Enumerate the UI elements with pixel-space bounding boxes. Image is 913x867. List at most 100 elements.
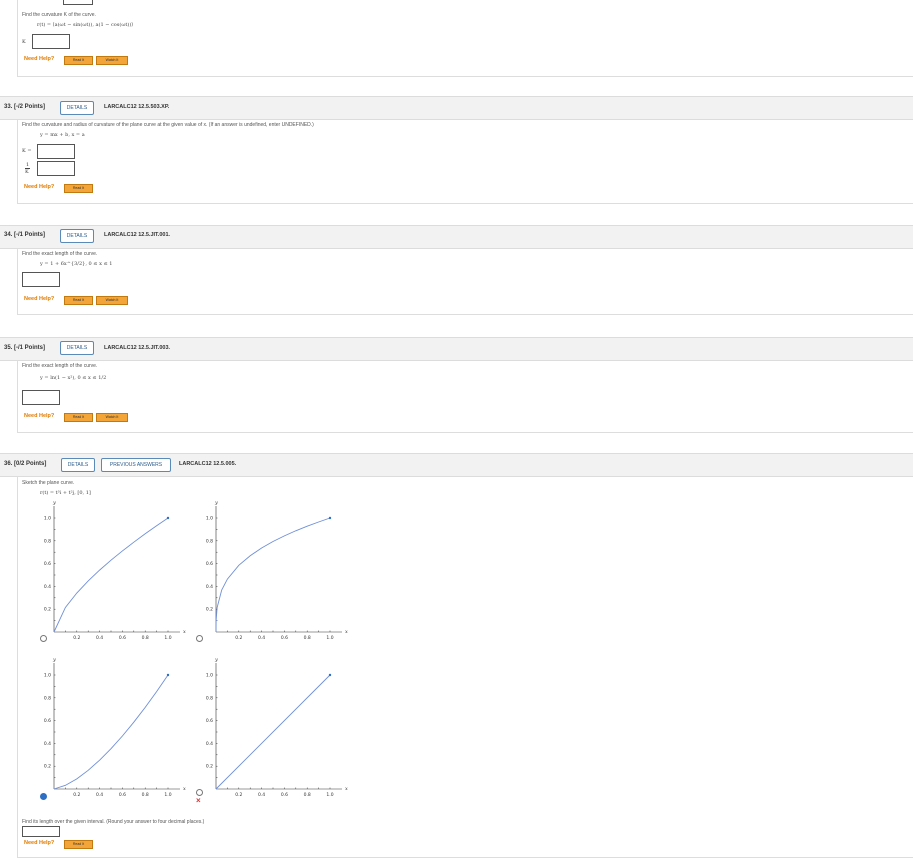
endpoint-marker bbox=[166, 516, 170, 520]
y-tick-label: 1.0 bbox=[206, 516, 213, 522]
y-tick-label: 0.8 bbox=[44, 695, 51, 701]
y-axis-label: y bbox=[52, 657, 56, 663]
x-tick-label: 0.4 bbox=[96, 635, 103, 641]
y-tick-label: 0.8 bbox=[206, 538, 213, 544]
option-d-radio[interactable] bbox=[196, 789, 203, 796]
y-axis-label: y bbox=[214, 500, 218, 506]
q31-read-it-button[interactable]: Read It bbox=[64, 56, 93, 65]
y-tick-label: 0.2 bbox=[206, 607, 213, 613]
q34-prompt: Find the exact length of the curve. bbox=[22, 251, 98, 257]
q34-details-button[interactable]: DETAILS bbox=[60, 229, 94, 243]
x-axis-label: x bbox=[345, 786, 348, 792]
graph-option-a: x y 0.2 0.4 0.6 0.8 1.0 0.2 0.4 0.6 0.8 1.0 bbox=[44, 500, 186, 641]
x-tick-label: 1.0 bbox=[326, 792, 333, 798]
y-tick-label: 0.8 bbox=[44, 538, 51, 544]
y-tick-label: 0.6 bbox=[44, 561, 51, 567]
q31-input-label: K bbox=[22, 39, 26, 45]
x-tick-label: 0.8 bbox=[142, 635, 149, 641]
endpoint-marker bbox=[328, 516, 332, 520]
q33-k-label: K = bbox=[22, 148, 32, 154]
q35-equation: y = ln(1 − x²), 0 ≤ x ≤ 1/2 bbox=[40, 375, 107, 381]
x-tick-label: 0.8 bbox=[304, 792, 311, 798]
y-tick-label: 0.4 bbox=[44, 741, 51, 747]
q34-need-help: Need Help? bbox=[24, 296, 55, 302]
x-tick-label: 0.2 bbox=[235, 635, 242, 641]
top-answer-box-edge bbox=[63, 0, 93, 5]
q34-code: LARCALC12 12.5.JIT.001. bbox=[104, 232, 171, 238]
q33-prompt: Find the curvature and radius of curvatu… bbox=[22, 122, 314, 128]
y-tick-label: 0.4 bbox=[44, 584, 51, 590]
q31-container bbox=[17, 0, 913, 77]
option-c-radio[interactable] bbox=[40, 793, 47, 800]
incorrect-mark: × bbox=[196, 796, 201, 805]
q33-code: LARCALC12 12.5.503.XP. bbox=[104, 104, 170, 110]
x-tick-label: 0.4 bbox=[96, 792, 103, 798]
q34-container bbox=[17, 248, 913, 315]
graph-option-c: x y 0.2 0.4 0.6 0.8 1.0 0.2 0.4 0.6 0.8 1.0 bbox=[44, 657, 186, 798]
q31-prompt: Find the curvature K of the curve. bbox=[22, 12, 96, 18]
q34-number: 34. [-/1 Points] bbox=[4, 232, 46, 238]
y-axis-label: y bbox=[52, 500, 56, 506]
q36-read-it-button[interactable]: Read It bbox=[64, 840, 93, 849]
y-tick-label: 1.0 bbox=[206, 673, 213, 679]
q35-prompt: Find the exact length of the curve. bbox=[22, 363, 98, 369]
x-axis-label: x bbox=[183, 629, 186, 635]
q33-container bbox=[17, 119, 913, 204]
x-tick-label: 0.8 bbox=[142, 792, 149, 798]
q33-read-it-button[interactable]: Read It bbox=[64, 184, 93, 193]
curve-line bbox=[53, 517, 169, 633]
q35-read-it-button[interactable]: Read It bbox=[64, 413, 93, 422]
y-axis-label: y bbox=[214, 657, 218, 663]
y-tick-label: 0.6 bbox=[206, 718, 213, 724]
q35-details-button[interactable]: DETAILS bbox=[60, 341, 94, 355]
q34-answer-input[interactable] bbox=[22, 272, 60, 287]
q35-answer-input[interactable] bbox=[22, 390, 60, 405]
x-tick-label: 1.0 bbox=[164, 635, 171, 641]
q33-radius-input[interactable] bbox=[37, 161, 75, 176]
x-tick-label: 0.6 bbox=[281, 635, 288, 641]
y-tick-label: 0.2 bbox=[206, 764, 213, 770]
q36-length-input[interactable] bbox=[22, 826, 60, 837]
q31-k-input[interactable] bbox=[32, 34, 70, 49]
q33-r-label-den: K bbox=[25, 169, 29, 175]
q31-watch-it-button[interactable]: Watch It bbox=[96, 56, 128, 65]
q31-equation: r(t) = ⟨a(ωt − sin(ωt)), a(1 − cos(ωt))⟩ bbox=[37, 22, 134, 28]
curve-line bbox=[215, 517, 331, 633]
graph-option-b: x y 0.2 0.4 0.6 0.8 1.0 0.2 0.4 0.6 0.8 1.0 bbox=[206, 500, 348, 641]
y-tick-label: 0.2 bbox=[44, 764, 51, 770]
x-tick-label: 0.4 bbox=[258, 635, 265, 641]
y-tick-label: 0.4 bbox=[206, 584, 213, 590]
q35-number: 35. [-/1 Points] bbox=[4, 345, 46, 351]
x-tick-label: 0.2 bbox=[235, 792, 242, 798]
q31-need-help: Need Help? bbox=[24, 56, 55, 62]
endpoint-marker bbox=[166, 673, 170, 677]
q33-k-input[interactable] bbox=[37, 144, 75, 159]
x-tick-label: 1.0 bbox=[164, 792, 171, 798]
q36-length-prompt: Find its length over the given interval.… bbox=[22, 819, 205, 825]
y-tick-label: 0.6 bbox=[44, 718, 51, 724]
y-tick-label: 0.2 bbox=[44, 607, 51, 613]
q33-number: 33. [-/2 Points] bbox=[4, 104, 46, 110]
y-tick-label: 1.0 bbox=[44, 516, 51, 522]
x-tick-label: 0.8 bbox=[304, 635, 311, 641]
q34-read-it-button[interactable]: Read It bbox=[64, 296, 93, 305]
x-tick-label: 0.2 bbox=[73, 792, 80, 798]
x-tick-label: 1.0 bbox=[326, 635, 333, 641]
q36-previous-answers-button[interactable]: PREVIOUS ANSWERS bbox=[101, 458, 171, 472]
q35-code: LARCALC12 12.5.JIT.003. bbox=[104, 345, 171, 351]
curve-line bbox=[215, 674, 331, 790]
q33-details-button[interactable]: DETAILS bbox=[60, 101, 94, 115]
x-tick-label: 0.2 bbox=[73, 635, 80, 641]
q33-equation: y = mx + b, x = a bbox=[40, 132, 85, 138]
x-tick-label: 0.4 bbox=[258, 792, 265, 798]
q35-container bbox=[17, 360, 913, 433]
option-b-radio[interactable] bbox=[196, 635, 203, 642]
q36-details-button[interactable]: DETAILS bbox=[61, 458, 95, 472]
endpoint-marker bbox=[328, 673, 332, 677]
q36-equation: r(t) = t³i + t²j, [0, 1] bbox=[40, 490, 91, 496]
q35-watch-it-button[interactable]: Watch It bbox=[96, 413, 128, 422]
option-a-radio[interactable] bbox=[40, 635, 47, 642]
q34-watch-it-button[interactable]: Watch It bbox=[96, 296, 128, 305]
y-tick-label: 0.6 bbox=[206, 561, 213, 567]
y-tick-label: 0.8 bbox=[206, 695, 213, 701]
